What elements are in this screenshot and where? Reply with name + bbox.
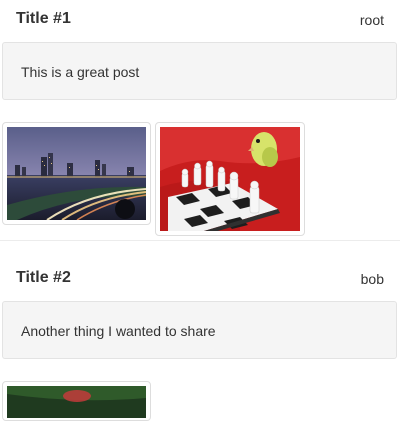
post-text: Another thing I wanted to share (21, 323, 216, 339)
photo-thumbnail-chess[interactable] (155, 122, 305, 236)
chess-parakeet-photo (160, 127, 300, 231)
post-body: This is a great post (2, 42, 397, 100)
post-title: Title #1 (16, 10, 71, 27)
city-night-photo (7, 127, 146, 220)
post-card: Title #2 bob Another thing I wanted to s… (0, 240, 400, 421)
post-header: Title #2 bob (0, 241, 400, 287)
dark-partial-photo (7, 386, 146, 418)
photo-thumbnail-city[interactable] (2, 122, 151, 225)
post-header: Title #1 root (0, 0, 400, 42)
post-text: This is a great post (21, 64, 140, 80)
post-body: Another thing I wanted to share (2, 301, 397, 359)
post-author[interactable]: bob (361, 271, 384, 287)
post-author[interactable]: root (360, 12, 384, 28)
photo-thumbnail-partial[interactable] (2, 381, 151, 421)
post-title: Title #2 (16, 269, 71, 286)
post-card: Title #1 root This is a great post (0, 0, 400, 240)
